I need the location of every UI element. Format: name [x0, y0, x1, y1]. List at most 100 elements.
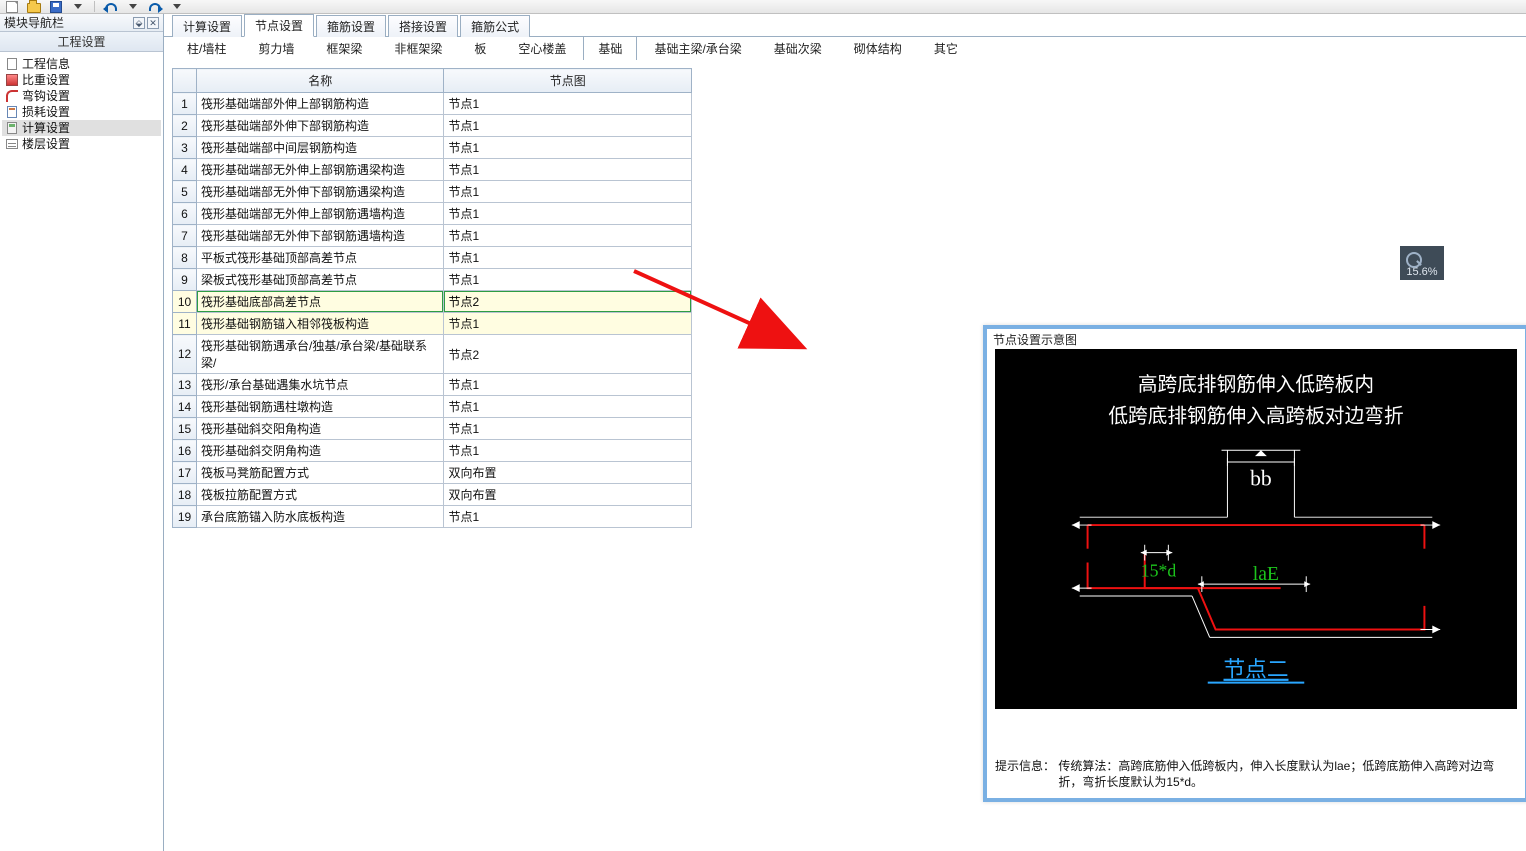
content-area: 计算设置节点设置箍筋设置搭接设置箍筋公式 柱/墙柱剪力墙框架梁非框架梁板空心楼盖…: [164, 14, 1526, 851]
diagram-canvas: 高跨底排钢筋伸入低跨板内 低跨底排钢筋伸入高跨板对边弯折 bb: [995, 349, 1517, 709]
sidebar-item-project-info[interactable]: 工程信息: [2, 56, 161, 72]
table-row[interactable]: 7筏形基础端部无外伸下部钢筋遇墙构造节点1: [173, 225, 692, 247]
row-value[interactable]: 节点1: [444, 313, 692, 335]
table-row[interactable]: 8平板式筏形基础顶部高差节点节点1: [173, 247, 692, 269]
pin-button[interactable]: ⬙: [133, 17, 145, 29]
sub-tab[interactable]: 板: [459, 36, 501, 61]
node-settings-table-wrap: 名称 节点图 1筏形基础端部外伸上部钢筋构造节点12筏形基础端部外伸下部钢筋构造…: [172, 68, 692, 528]
open-file-button[interactable]: [26, 0, 42, 13]
save-file-button[interactable]: [48, 0, 64, 13]
table-row[interactable]: 4筏形基础端部无外伸上部钢筋遇梁构造节点1: [173, 159, 692, 181]
sub-tab[interactable]: 非框架梁: [379, 36, 457, 61]
table-row[interactable]: 11筏形基础钢筋锚入相邻筏板构造节点1: [173, 313, 692, 335]
new-file-button[interactable]: [4, 0, 20, 13]
dropdown-2[interactable]: [125, 0, 141, 13]
sub-tab[interactable]: 基础次梁: [759, 36, 837, 61]
top-tab[interactable]: 箍筋设置: [316, 15, 386, 37]
row-value[interactable]: 节点2: [444, 291, 692, 313]
row-value[interactable]: 节点1: [444, 506, 692, 528]
node-diagram-panel: 节点设置示意图 高跨底排钢筋伸入低跨板内 低跨底排钢筋伸入高跨板对边弯折: [983, 325, 1526, 802]
row-value[interactable]: 节点1: [444, 247, 692, 269]
row-value[interactable]: 节点1: [444, 225, 692, 247]
save-icon: [50, 1, 62, 13]
table-row[interactable]: 12筏形基础钢筋遇承台/独基/承台梁/基础联系梁/节点2: [173, 335, 692, 374]
sidebar-item-floor-settings[interactable]: 楼层设置: [2, 136, 161, 152]
top-tab[interactable]: 箍筋公式: [460, 15, 530, 37]
row-value[interactable]: 节点1: [444, 159, 692, 181]
sidebar-item-label: 弯钩设置: [22, 88, 70, 104]
sub-tab[interactable]: 柱/墙柱: [172, 36, 241, 61]
table-row[interactable]: 17筏板马凳筋配置方式双向布置: [173, 462, 692, 484]
sidebar-item-hook-settings[interactable]: 弯钩设置: [2, 88, 161, 104]
zoom-value: 15.6%: [1406, 266, 1437, 278]
table-row[interactable]: 14筏形基础钢筋遇柱墩构造节点1: [173, 396, 692, 418]
sidebar-item-weight-settings[interactable]: 比重设置: [2, 72, 161, 88]
chevron-down-icon: [173, 4, 181, 9]
row-number: 18: [173, 484, 197, 506]
table-row[interactable]: 13筏形/承台基础遇集水坑节点节点1: [173, 374, 692, 396]
row-value[interactable]: 节点1: [444, 203, 692, 225]
table-row[interactable]: 6筏形基础端部无外伸上部钢筋遇墙构造节点1: [173, 203, 692, 225]
close-sidebar-button[interactable]: ✕: [147, 17, 159, 29]
row-value[interactable]: 双向布置: [444, 462, 692, 484]
row-value[interactable]: 节点1: [444, 269, 692, 291]
sub-tab[interactable]: 空心楼盖: [503, 36, 581, 61]
table-row[interactable]: 10筏形基础底部高差节点节点2: [173, 291, 692, 313]
sidebar-item-loss-settings[interactable]: 损耗设置: [2, 104, 161, 120]
diagram-text-2: 低跨底排钢筋伸入高跨板对边弯折: [1108, 406, 1403, 428]
table-row[interactable]: 5筏形基础端部无外伸下部钢筋遇梁构造节点1: [173, 181, 692, 203]
table-row[interactable]: 15筏形基础斜交阳角构造节点1: [173, 418, 692, 440]
row-value[interactable]: 节点1: [444, 440, 692, 462]
table-row[interactable]: 2筏形基础端部外伸下部钢筋构造节点1: [173, 115, 692, 137]
row-value[interactable]: 节点1: [444, 396, 692, 418]
row-number: 7: [173, 225, 197, 247]
row-value[interactable]: 节点1: [444, 137, 692, 159]
component-tabs: 柱/墙柱剪力墙框架梁非框架梁板空心楼盖基础基础主梁/承台梁基础次梁砌体结构其它: [164, 37, 1526, 61]
sub-tab[interactable]: 砌体结构: [839, 36, 917, 61]
sub-tab[interactable]: 基础: [583, 36, 637, 61]
scale-icon: [6, 74, 18, 86]
redo-button[interactable]: [147, 0, 163, 13]
undo-button[interactable]: [103, 0, 119, 13]
row-number: 16: [173, 440, 197, 462]
row-name: 筏板马凳筋配置方式: [196, 462, 444, 484]
row-value[interactable]: 节点2: [444, 335, 692, 374]
table-row[interactable]: 1筏形基础端部外伸上部钢筋构造节点1: [173, 93, 692, 115]
row-number: 12: [173, 335, 197, 374]
sub-tab[interactable]: 框架梁: [311, 36, 377, 61]
diagram-hint: 提示信息： 传统算法：高跨底筋伸入低跨板内，伸入长度默认为lae；低跨底筋伸入高…: [995, 758, 1517, 790]
sidebar-item-calc-settings[interactable]: 计算设置: [2, 120, 161, 136]
dropdown-3[interactable]: [169, 0, 185, 13]
file-icon: [6, 1, 18, 13]
app-toolbar: [0, 0, 1526, 14]
row-name: 筏形基础斜交阴角构造: [196, 440, 444, 462]
row-name: 筏形基础钢筋锚入相邻筏板构造: [196, 313, 444, 335]
calc-icon: [7, 122, 17, 134]
row-value[interactable]: 节点1: [444, 115, 692, 137]
top-tab[interactable]: 计算设置: [172, 15, 242, 37]
row-value[interactable]: 节点1: [444, 93, 692, 115]
dropdown-1[interactable]: [70, 0, 86, 13]
row-name: 筏形基础底部高差节点: [196, 291, 444, 313]
table-row[interactable]: 18筏板拉筋配置方式双向布置: [173, 484, 692, 506]
row-value[interactable]: 节点1: [444, 181, 692, 203]
row-value[interactable]: 节点1: [444, 418, 692, 440]
top-tab[interactable]: 节点设置: [244, 14, 314, 37]
sidebar-title: 模块导航栏: [4, 14, 64, 31]
sub-tab[interactable]: 剪力墙: [243, 36, 309, 61]
row-name: 筏形基础钢筋遇柱墩构造: [196, 396, 444, 418]
zoom-indicator[interactable]: 15.6%: [1400, 246, 1444, 280]
settings-tabs: 计算设置节点设置箍筋设置搭接设置箍筋公式: [164, 14, 1526, 36]
diagram-title: 节点设置示意图: [987, 329, 1525, 347]
table-row[interactable]: 3筏形基础端部中间层钢筋构造节点1: [173, 137, 692, 159]
table-row[interactable]: 19承台底筋锚入防水底板构造节点1: [173, 506, 692, 528]
sub-tab[interactable]: 其它: [919, 36, 973, 61]
sub-tab[interactable]: 基础主梁/承台梁: [639, 36, 756, 61]
row-value[interactable]: 节点1: [444, 374, 692, 396]
top-tab[interactable]: 搭接设置: [388, 15, 458, 37]
row-value[interactable]: 双向布置: [444, 484, 692, 506]
row-name: 承台底筋锚入防水底板构造: [196, 506, 444, 528]
doc-icon: [7, 58, 17, 70]
table-row[interactable]: 16筏形基础斜交阴角构造节点1: [173, 440, 692, 462]
table-row[interactable]: 9梁板式筏形基础顶部高差节点节点1: [173, 269, 692, 291]
